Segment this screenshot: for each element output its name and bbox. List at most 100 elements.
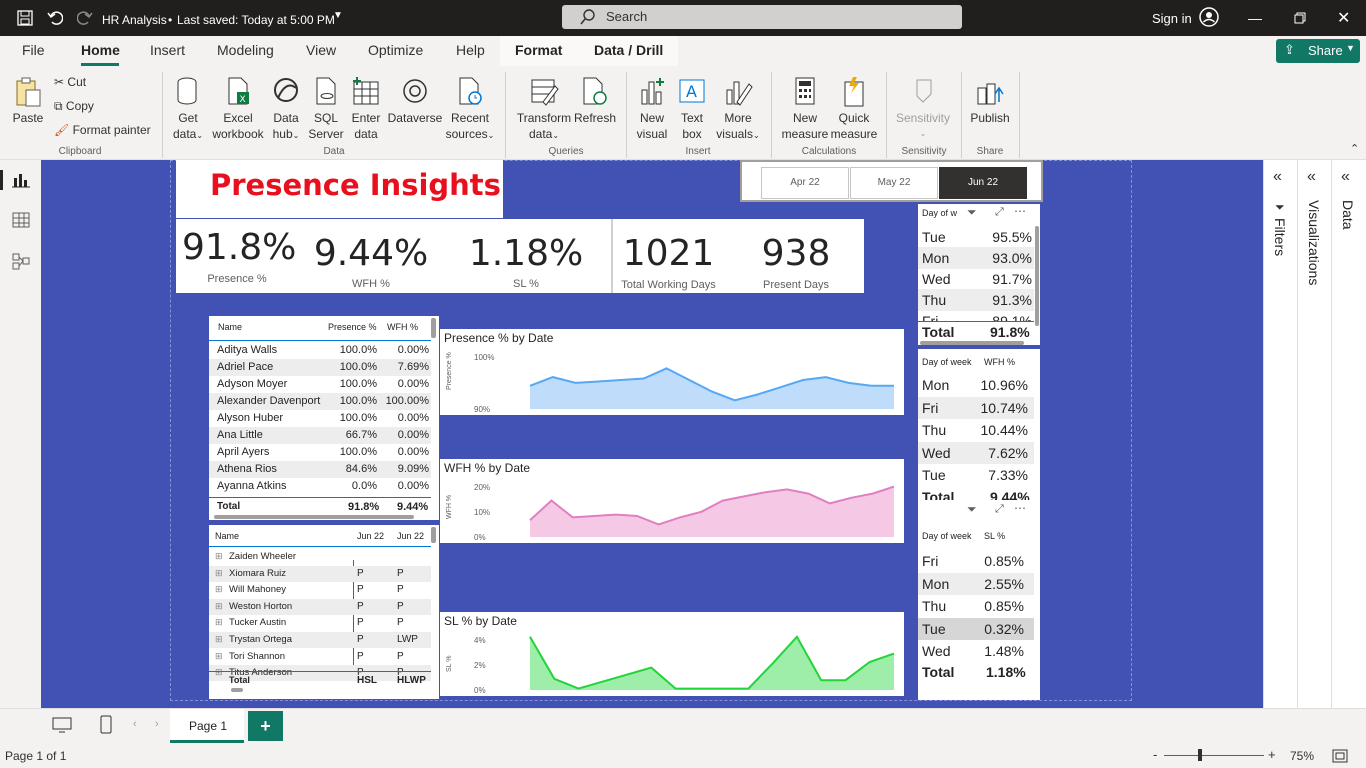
expand-icon[interactable]: « (1273, 168, 1282, 186)
expand-row-icon[interactable]: ⊞ (215, 651, 223, 662)
dow-presence-table[interactable]: Day of w ⏷ ⤢ ⋯ Tue 95.5% Mon 93.0% Wed 91.7% T… (918, 204, 1040, 345)
save-icon[interactable] (17, 10, 33, 26)
excel-workbook-button[interactable]: X Excel workbook (210, 76, 266, 142)
table-row[interactable]: Mon 93.0% (918, 247, 1034, 269)
matrix-header-name[interactable]: Name (215, 531, 239, 541)
expand-row-icon[interactable]: ⊞ (215, 634, 223, 645)
format-painter-button[interactable]: 🖌 Format painter (54, 122, 151, 138)
table-row[interactable]: Tue 95.5% (918, 226, 1034, 248)
expand-row-icon[interactable]: ⊞ (215, 584, 223, 595)
page-tab-1[interactable]: Page 1 (170, 709, 244, 743)
expand-row-icon[interactable]: ⊞ (215, 601, 223, 612)
data-pane[interactable]: « Data (1332, 160, 1366, 708)
search-box[interactable]: Search (562, 5, 962, 29)
slicer-item-may[interactable]: May 22 (850, 167, 938, 199)
dow-sl-header-value[interactable]: SL % (984, 531, 1005, 541)
get-data-button[interactable]: Get data⌄ (168, 76, 208, 144)
publish-button[interactable]: Publish (968, 76, 1012, 126)
expand-row-icon[interactable]: ⊞ (215, 617, 223, 628)
table-row[interactable]: Ayanna Atkins 0.0% 0.00% (209, 478, 431, 495)
table-row[interactable]: Thu 0.85% (918, 595, 1034, 617)
wfh-by-date-chart[interactable]: WFH % by Date 20% 10% 0% WFH % (440, 459, 904, 543)
zoom-out-icon[interactable]: - (1153, 747, 1157, 762)
more-options-icon[interactable]: ⋯ (1014, 501, 1026, 515)
model-view-icon[interactable] (12, 252, 30, 270)
expand-icon[interactable]: « (1341, 168, 1350, 186)
share-button[interactable]: ⇪ Share ▼ (1276, 39, 1360, 63)
zoom-slider-track[interactable] (1164, 755, 1264, 756)
cut-button[interactable]: ✂ Cut (54, 74, 86, 90)
col-header-name[interactable]: Name (218, 322, 242, 332)
matrix-row[interactable]: ⊞ Tori Shannon P P (209, 649, 431, 665)
table-row[interactable]: Alexander Davenport 100.0% 100.00% (209, 393, 431, 410)
presence-by-date-chart[interactable]: Presence % by Date 100% 90% Presence % (440, 329, 904, 415)
zoom-in-icon[interactable]: + (1268, 747, 1276, 762)
attendance-matrix[interactable]: Name Jun 22 Jun 22 ⊞ Zaiden Wheeler ⊞ Xioma… (209, 525, 439, 699)
table-row[interactable]: Aditya Walls 100.0% 0.00% (209, 342, 431, 359)
dow-sl-header-day[interactable]: Day of week (922, 531, 972, 541)
matrix-row[interactable]: ⊞ Will Mahoney P P (209, 582, 431, 598)
table-row[interactable]: Fri 10.74% (918, 396, 1034, 419)
table-row[interactable]: Mon 10.96% (918, 374, 1034, 396)
table-row[interactable]: Mon 2.55% (918, 572, 1034, 595)
dow-presence-header-day[interactable]: Day of w (922, 208, 957, 218)
expand-icon[interactable]: « (1307, 168, 1316, 186)
data-hub-button[interactable]: Data hub⌄ (266, 76, 306, 144)
new-measure-button[interactable]: New measure (780, 76, 830, 142)
tab-data-drill[interactable]: Data / Drill (594, 42, 663, 58)
focus-mode-icon[interactable]: ⤢ (995, 503, 1004, 516)
table-row[interactable]: Wed 7.62% (918, 441, 1034, 464)
transform-data-button[interactable]: Transform data⌄ (514, 76, 574, 144)
matrix-row[interactable]: ⊞ Xiomara Ruiz P P (209, 565, 431, 582)
more-options-icon[interactable]: ⋯ (1014, 204, 1026, 218)
visualizations-pane[interactable]: « Visualizations (1298, 160, 1332, 708)
dow-wfh-table[interactable]: Day of week WFH % Mon 10.96% Fri 10.74% Thu 1… (918, 349, 1040, 509)
add-page-button[interactable]: + (248, 711, 283, 741)
col-header-wfh[interactable]: WFH % (387, 322, 418, 332)
vertical-scrollbar[interactable] (431, 318, 436, 338)
slicer-item-apr[interactable]: Apr 22 (761, 167, 849, 199)
dow-presence-hscroll[interactable] (920, 341, 1024, 345)
tab-home[interactable]: Home (81, 42, 120, 58)
more-visuals-button[interactable]: More visuals⌄ (712, 76, 764, 144)
sign-in-link[interactable]: Sign in (1152, 11, 1192, 26)
enter-data-button[interactable]: Enter data (348, 76, 384, 142)
matrix-row[interactable]: ⊞ Weston Horton P P (209, 598, 431, 615)
dow-presence-vscroll[interactable] (1035, 226, 1039, 326)
filters-pane[interactable]: « ⏷ Filters (1264, 160, 1298, 708)
table-row[interactable]: Wed 91.7% (918, 268, 1034, 290)
matrix-row[interactable]: ⊞ Zaiden Wheeler (209, 549, 431, 565)
table-row[interactable]: Thu 10.44% (918, 419, 1034, 441)
table-row[interactable]: Wed 1.48% (918, 640, 1034, 662)
slicer-item-jun[interactable]: Jun 22 (939, 167, 1027, 199)
close-icon[interactable]: ✕ (1337, 8, 1350, 28)
undo-icon[interactable] (47, 10, 63, 26)
expand-row-icon[interactable]: ⊞ (215, 551, 223, 562)
quick-measure-button[interactable]: Quick measure (830, 76, 878, 142)
new-visual-button[interactable]: New visual (634, 76, 670, 142)
zoom-slider-thumb[interactable] (1198, 749, 1202, 761)
collapse-ribbon-icon[interactable]: ⌃ (1350, 142, 1359, 155)
dow-wfh-header-day[interactable]: Day of week (922, 357, 972, 367)
next-page-icon[interactable]: › (155, 718, 159, 730)
dow-wfh-header-value[interactable]: WFH % (984, 357, 1015, 367)
horizontal-scrollbar[interactable] (214, 515, 414, 519)
matrix-header-col-1[interactable]: Jun 22 (357, 531, 384, 541)
paste-button[interactable]: Paste (10, 76, 46, 126)
expand-row-icon[interactable]: ⊞ (215, 568, 223, 579)
filter-icon[interactable]: ⏷ (967, 205, 977, 220)
sl-by-date-chart[interactable]: SL % by Date 4% 2% 0% SL % (440, 612, 904, 696)
employee-table[interactable]: Name Presence % WFH % Aditya Walls 100.0%… (209, 316, 439, 520)
tab-optimize[interactable]: Optimize (368, 42, 423, 58)
dataverse-button[interactable]: Dataverse (386, 76, 444, 126)
matrix-row[interactable]: ⊞ Trystan Ortega P LWP (209, 632, 431, 648)
redo-icon[interactable] (77, 10, 93, 26)
minimize-icon[interactable]: — (1248, 10, 1262, 26)
refresh-button[interactable]: Refresh (574, 76, 616, 126)
table-row[interactable]: Athena Rios 84.6% 9.09% (209, 461, 431, 478)
tab-file[interactable]: File (22, 42, 45, 58)
table-row[interactable]: Tue 0.32% (918, 617, 1034, 640)
table-row[interactable]: Adriel Pace 100.0% 7.69% (209, 359, 431, 376)
desktop-layout-icon[interactable] (52, 717, 72, 733)
table-row[interactable]: Adyson Moyer 100.0% 0.00% (209, 376, 431, 393)
